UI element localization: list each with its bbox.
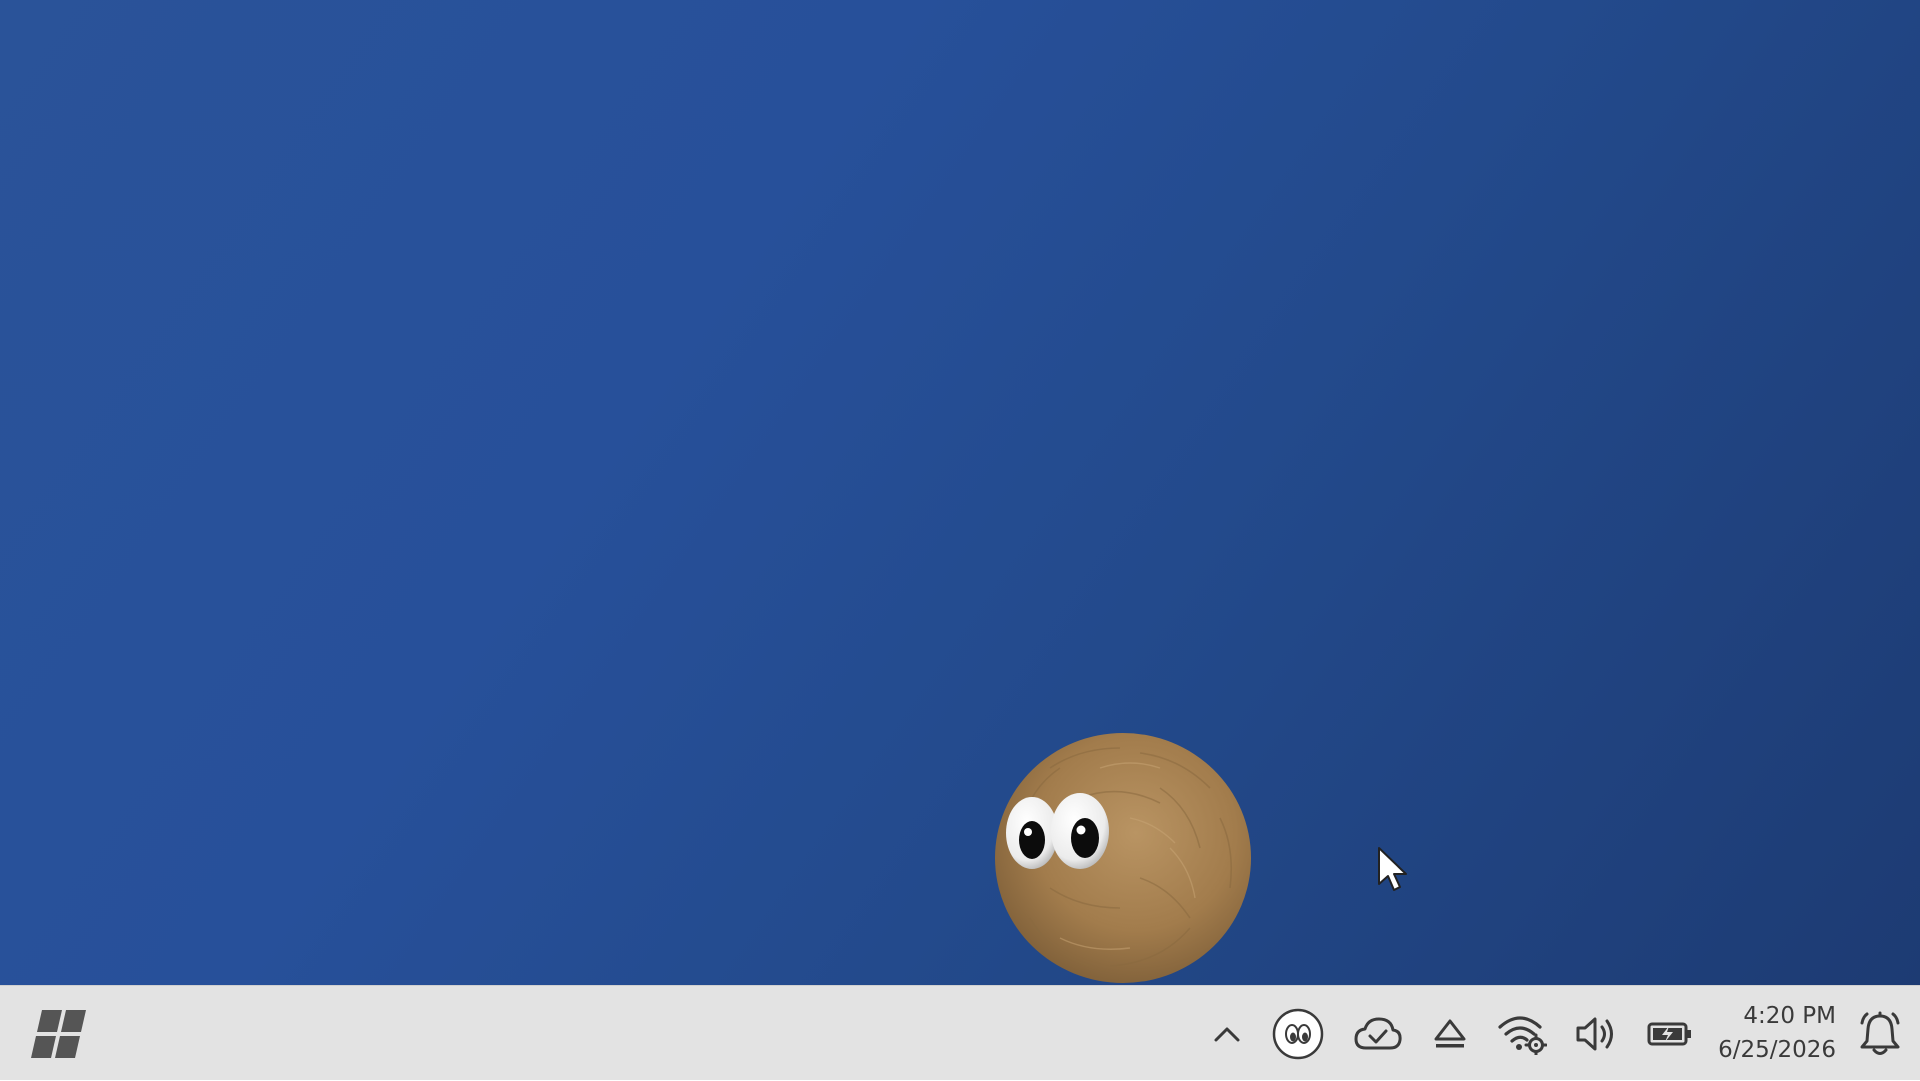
wifi-settings-icon — [1498, 1015, 1547, 1055]
tray-battery-button[interactable] — [1640, 986, 1700, 1081]
cloud-check-icon — [1354, 1017, 1402, 1049]
clock-time: 4:20 PM — [1743, 1003, 1836, 1029]
googly-eyes-icon — [1272, 1008, 1324, 1059]
clock-date: 6/25/2026 — [1718, 1037, 1836, 1063]
taskbar-clock[interactable]: 4:20 PM 6/25/2026 — [1700, 998, 1836, 1068]
notifications-button[interactable] — [1852, 986, 1908, 1081]
tray-eject-button[interactable] — [1422, 986, 1478, 1081]
chevron-up-icon — [1214, 1027, 1240, 1041]
taskbar: 4:20 PM 6/25/2026 — [0, 985, 1920, 1080]
speaker-icon — [1576, 1017, 1613, 1050]
desktop — [0, 0, 1920, 985]
start-button[interactable] — [24, 1006, 94, 1062]
tray-overflow-button[interactable] — [1202, 986, 1252, 1081]
bell-icon — [1860, 1011, 1900, 1055]
eject-icon — [1434, 1019, 1466, 1047]
tray-volume-button[interactable] — [1568, 986, 1624, 1081]
tray-pet-app-button[interactable] — [1268, 986, 1328, 1081]
tray-cloud-sync-button[interactable] — [1350, 986, 1406, 1081]
battery-charging-icon — [1647, 1022, 1691, 1045]
fuzzy-pet-icon[interactable] — [990, 728, 1255, 985]
start-menu-icon — [31, 1010, 86, 1058]
tray-wifi-button[interactable] — [1494, 986, 1550, 1081]
mouse-pointer-icon — [1378, 847, 1407, 891]
